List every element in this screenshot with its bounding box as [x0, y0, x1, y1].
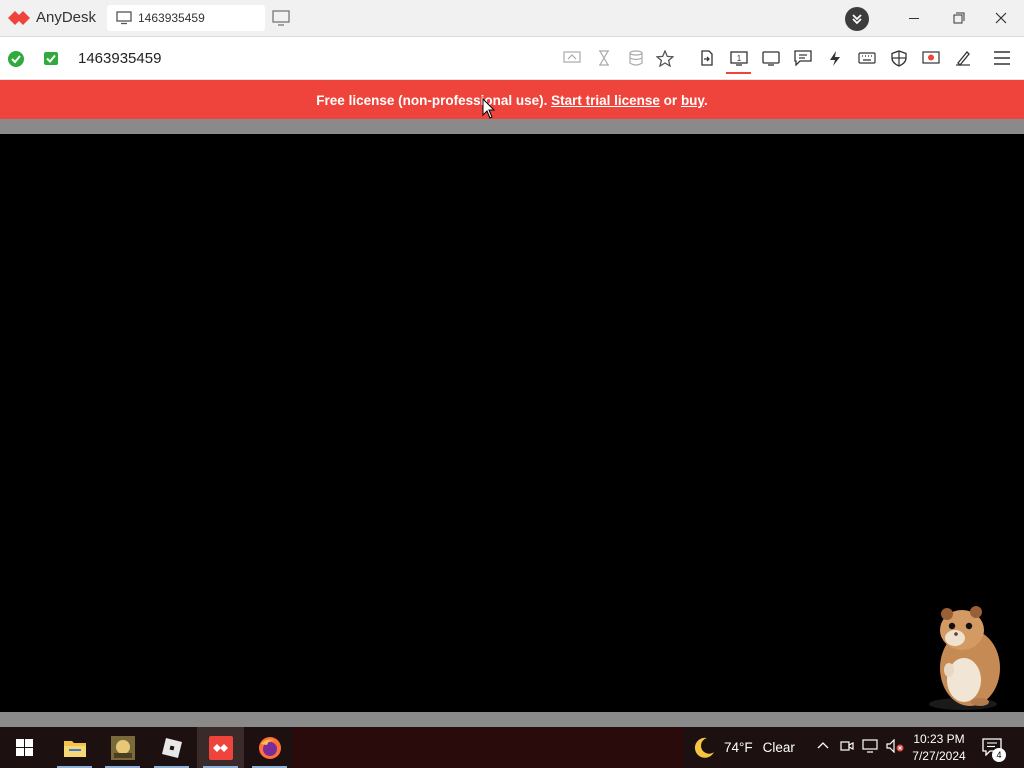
weather-condition: Clear	[762, 740, 795, 755]
connected-check-icon	[8, 51, 24, 67]
mouse-cursor-icon	[482, 98, 496, 119]
firefox-icon	[258, 736, 281, 759]
new-session-icon[interactable]	[272, 10, 290, 27]
taskbar-file-explorer[interactable]	[51, 727, 98, 768]
remote-top-border	[0, 119, 1024, 134]
hourglass-icon[interactable]	[593, 47, 615, 69]
clock-time: 10:23 PM	[913, 732, 965, 746]
minimize-button[interactable]	[892, 0, 936, 37]
secure-connection-icon	[44, 52, 58, 65]
taskbar: 74°F Clear 10:23 PM 7/27/2024 4	[0, 727, 1024, 768]
weather-temperature: 74°F	[724, 740, 753, 755]
roblox-icon	[161, 737, 182, 758]
banner-or-text: or	[659, 93, 681, 108]
folder-icon	[63, 740, 86, 757]
buy-link[interactable]: buy	[681, 93, 704, 108]
restore-icon	[953, 12, 965, 24]
network-icon[interactable]	[862, 739, 878, 753]
meet-now-icon[interactable]	[840, 739, 854, 753]
taskbar-firefox[interactable]	[246, 727, 293, 768]
moon-icon	[694, 737, 714, 758]
anydesk-logo-icon	[8, 11, 30, 25]
file-transfer-icon[interactable]	[696, 47, 718, 69]
restore-button[interactable]	[936, 0, 980, 37]
system-clock[interactable]: 10:23 PM 7/27/2024	[906, 731, 972, 765]
svg-text:1: 1	[737, 54, 742, 63]
chat-icon[interactable]	[792, 47, 814, 69]
banner-period: .	[703, 93, 708, 108]
keyboard-icon[interactable]	[856, 47, 878, 69]
database-icon[interactable]	[625, 47, 647, 69]
permissions-icon[interactable]	[888, 47, 910, 69]
remote-desktop-view[interactable]	[0, 134, 1024, 712]
taskbar-anydesk[interactable]	[197, 727, 244, 768]
clock-date: 7/27/2024	[912, 749, 966, 763]
weather-widget[interactable]: 74°F Clear	[692, 727, 795, 768]
remote-bottom-border	[0, 712, 1024, 727]
game-app-icon	[110, 735, 135, 760]
license-text: Free license (non-professional use).	[316, 93, 552, 108]
active-tool-indicator	[726, 72, 751, 74]
monitor-switch-icon[interactable]: 1	[728, 47, 750, 69]
whiteboard-icon[interactable]	[952, 47, 974, 69]
anydesk-taskbar-icon	[208, 735, 233, 760]
monitor-icon	[116, 11, 132, 25]
download-update-button[interactable]	[845, 7, 869, 31]
actions-icon[interactable]	[824, 47, 846, 69]
start-trial-link[interactable]: Start trial license	[551, 93, 660, 108]
windows-logo-icon	[15, 739, 33, 756]
close-button[interactable]	[980, 0, 1024, 37]
session-id-input[interactable]: 1463935459	[78, 50, 161, 67]
session-toolbar: 1463935459 1	[0, 37, 1024, 80]
close-icon	[995, 12, 1007, 24]
app-name: AnyDesk	[36, 9, 97, 26]
hamster-sticker-image	[929, 606, 1000, 710]
minimize-icon	[909, 18, 919, 19]
record-icon[interactable]	[920, 47, 942, 69]
favorite-star-icon[interactable]	[654, 47, 676, 69]
session-tab[interactable]: 1463935459	[107, 5, 265, 31]
display-icon[interactable]	[760, 47, 782, 69]
notification-badge: 4	[992, 748, 1006, 762]
title-bar: AnyDesk 1463935459	[0, 0, 1024, 37]
start-button[interactable]	[0, 727, 48, 768]
taskbar-game-app[interactable]	[99, 727, 146, 768]
volume-muted-icon[interactable]	[886, 739, 904, 753]
license-banner: Free license (non-professional use). Sta…	[0, 80, 1024, 119]
tab-label: 1463935459	[138, 11, 205, 25]
menu-icon[interactable]	[991, 47, 1013, 69]
taskbar-roblox[interactable]	[148, 727, 195, 768]
taskbar-empty-area	[292, 727, 684, 768]
show-hidden-icons-chevron-icon[interactable]	[816, 739, 830, 753]
screen-link-icon[interactable]	[561, 47, 583, 69]
chevron-down-icon	[852, 14, 862, 25]
